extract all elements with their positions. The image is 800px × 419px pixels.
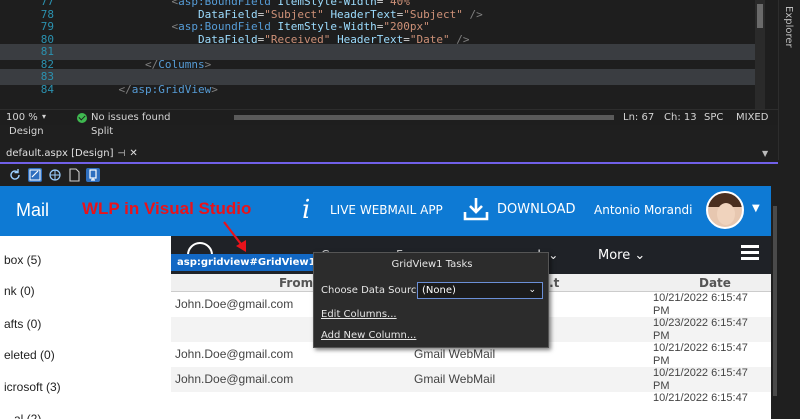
close-icon[interactable]: ✕ <box>129 148 137 159</box>
folder-item[interactable]: nk (0) <box>4 284 35 298</box>
document-tab-title: default.aspx [Design] <box>6 148 114 159</box>
folder-list: box (5) nk (0) afts (0) eleted (0) icrosoft … <box>0 236 171 419</box>
info-icon[interactable]: i <box>302 195 310 225</box>
pin-icon[interactable]: ⊣ <box>117 149 125 159</box>
solution-explorer-tab[interactable]: Explorer <box>778 0 800 160</box>
document-tab-strip: default.aspx [Design] ⊣ ✕ ▼ <box>0 142 778 164</box>
folder-item[interactable]: eleted (0) <box>4 348 55 362</box>
edit-columns-link[interactable]: Edit Columns... <box>321 309 397 320</box>
webmail-header: Mail WLP in Visual Studio i LIVE WEBMAIL… <box>0 186 771 236</box>
gridview-tasks-panel: GridView1 Tasks Choose Data Source: (Non… <box>313 252 549 348</box>
document-tab[interactable]: default.aspx [Design] ⊣ ✕ <box>6 148 138 162</box>
gridview-tag-label: asp:gridview#GridView1 <box>177 257 316 268</box>
line-ending-indicator[interactable]: MIXED <box>736 112 768 123</box>
user-menu-caret-icon[interactable]: ▼ <box>752 203 760 214</box>
cell-date: 10/23/2022 6:15:47 PM <box>653 317 748 342</box>
avatar[interactable] <box>706 191 744 229</box>
download-link[interactable]: DOWNLOAD <box>497 202 576 217</box>
tab-design[interactable]: Design <box>9 126 44 137</box>
line-indicator[interactable]: Ln: 67 <box>623 112 654 123</box>
vs-window: 77 <asp:BoundField ItemStyle-Width="40%"… <box>0 0 800 419</box>
choose-data-source-label: Choose Data Source: <box>321 285 426 296</box>
folder-item[interactable]: box (5) <box>4 253 41 267</box>
design-surface[interactable]: Mail WLP in Visual Studio i LIVE WEBMAIL… <box>0 186 771 419</box>
globe-icon[interactable] <box>48 168 62 182</box>
tab-split[interactable]: Split <box>91 126 113 137</box>
design-toolbar <box>0 165 778 185</box>
cell-date: 10/21/2022 6:15:47 PM <box>653 342 748 367</box>
line-number: 84 <box>40 82 54 96</box>
tab-list-dropdown-icon[interactable]: ▼ <box>762 149 768 158</box>
mail-title: Mail <box>16 200 50 220</box>
zoom-level[interactable]: 100 % <box>6 112 38 123</box>
header-from[interactable]: From <box>279 276 313 290</box>
editor-status-bar: 100 % ▾ No issues found Ln: 67 Ch: 13 SP… <box>0 109 778 125</box>
data-source-select[interactable]: (None) ⌄ <box>417 282 543 299</box>
cell-date: 10/21/2022 6:15:47 PM <box>653 367 748 392</box>
header-date[interactable]: Date <box>699 276 731 290</box>
user-name[interactable]: Antonio Morandi <box>594 203 693 217</box>
tasks-title: GridView1 Tasks <box>391 259 473 270</box>
zoom-dropdown-icon[interactable]: ▾ <box>42 112 46 121</box>
hamburger-menu-icon[interactable] <box>741 245 759 261</box>
annotation-arrow-icon <box>223 221 246 252</box>
chevron-down-icon[interactable]: ⌄ <box>528 283 536 298</box>
more-menu[interactable]: More ⌄ <box>598 248 645 263</box>
gridview-smart-tag[interactable]: asp:gridview#GridView1» <box>171 254 334 271</box>
table-row[interactable]: John.Doe@gmail.com Gmail WebMail 10/21/202… <box>171 367 771 392</box>
check-circle-icon <box>77 113 87 123</box>
cell-subject: Gmail WebMail <box>414 372 496 386</box>
download-icon[interactable] <box>462 195 490 223</box>
cell-from: John.Doe@gmail.com <box>175 372 294 386</box>
issues-status[interactable]: No issues found <box>91 112 171 123</box>
design-vertical-scrollbar[interactable] <box>771 186 800 419</box>
horizontal-scrollbar-thumb[interactable] <box>234 115 614 120</box>
design-view-icon[interactable] <box>28 168 42 182</box>
column-indicator[interactable]: Ch: 13 <box>664 112 697 123</box>
solution-explorer-label: Explorer <box>783 6 794 48</box>
refresh-icon[interactable] <box>8 168 22 182</box>
live-webmail-link[interactable]: LIVE WEBMAIL APP <box>330 203 443 217</box>
folder-item[interactable]: icrosoft (3) <box>4 380 61 394</box>
annotation-label: WLP in Visual Studio <box>82 199 252 218</box>
cell-from: John.Doe@gmail.com <box>175 297 294 311</box>
device-preview-icon[interactable] <box>86 168 100 182</box>
view-mode-tabs: Design Split <box>0 125 778 142</box>
cell-from: John.Doe@gmail.com <box>175 347 294 361</box>
cell-subject: Gmail WebMail <box>414 347 496 361</box>
design-vertical-scrollbar-thumb[interactable] <box>773 206 777 396</box>
code-editor[interactable]: 77 <asp:BoundField ItemStyle-Width="40%"… <box>0 0 778 109</box>
editor-scrollbar-thumb[interactable] <box>757 4 763 28</box>
whitespace-indicator[interactable]: SPC <box>704 112 723 123</box>
code-line[interactable]: 84 </asp:GridView> <box>0 82 760 98</box>
cell-date: 10/21/2022 6:15:47 PM <box>653 292 748 317</box>
folder-item[interactable]: afts (0) <box>4 317 41 331</box>
add-new-column-link[interactable]: Add New Column... <box>321 330 416 341</box>
folder-item[interactable]: ...al (2) <box>4 412 41 419</box>
table-row[interactable]: 10/21/2022 6:15:47 <box>171 392 771 417</box>
cell-date: 10/21/2022 6:15:47 <box>653 392 748 404</box>
data-source-value: (None) <box>422 285 456 296</box>
document-icon[interactable] <box>67 168 81 182</box>
code-text: </asp:GridView> <box>118 82 218 96</box>
